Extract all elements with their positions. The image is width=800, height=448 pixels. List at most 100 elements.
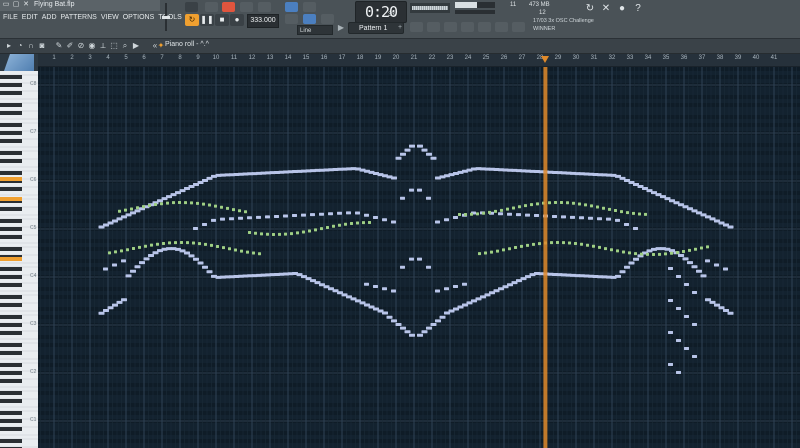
ghost-note[interactable] [458, 212, 461, 216]
black-key[interactable] [0, 419, 22, 423]
note[interactable] [561, 215, 566, 219]
note[interactable] [606, 217, 611, 221]
note[interactable] [409, 188, 414, 192]
ghost-note[interactable] [554, 201, 557, 205]
ghost-note[interactable] [228, 247, 231, 251]
ghost-note[interactable] [248, 230, 251, 234]
menu-file[interactable]: FILE [3, 12, 18, 23]
snap-icon[interactable]: ∩ [26, 41, 36, 51]
blend-notes-icon[interactable] [303, 14, 316, 24]
note[interactable] [229, 217, 234, 221]
note[interactable] [615, 218, 620, 222]
maximize-icon[interactable]: ▢ [12, 1, 20, 9]
note[interactable] [417, 333, 423, 337]
note[interactable] [684, 315, 689, 318]
ghost-note[interactable] [108, 251, 111, 255]
note[interactable] [292, 214, 297, 218]
note[interactable] [211, 218, 216, 222]
black-key[interactable] [0, 303, 22, 307]
note[interactable] [386, 315, 393, 319]
black-key[interactable] [0, 235, 22, 239]
playhead-marker[interactable] [541, 56, 550, 63]
ghost-note[interactable] [166, 201, 169, 205]
mixer-icon[interactable] [461, 22, 474, 32]
note[interactable] [395, 323, 402, 326]
black-key[interactable] [0, 123, 22, 127]
ghost-note[interactable] [536, 202, 539, 206]
ghost-note[interactable] [586, 243, 589, 247]
rec-mode-icon[interactable] [222, 2, 235, 12]
ghost-note[interactable] [232, 208, 235, 212]
ghost-note[interactable] [514, 246, 517, 250]
stamp-icon[interactable]: ◙ [37, 41, 47, 51]
ghost-note[interactable] [356, 221, 359, 225]
note[interactable] [121, 298, 127, 302]
ghost-note[interactable] [688, 248, 691, 252]
ghost-note[interactable] [464, 212, 467, 216]
black-key[interactable] [0, 363, 22, 367]
note[interactable] [498, 212, 503, 216]
note[interactable] [668, 267, 673, 270]
plugin-picker-icon[interactable] [495, 22, 508, 32]
ghost-note[interactable] [640, 252, 643, 256]
note[interactable] [507, 212, 512, 216]
ghost-note[interactable] [320, 227, 323, 231]
note[interactable] [718, 306, 725, 310]
ghost-note[interactable] [572, 201, 575, 205]
ghost-note[interactable] [532, 242, 535, 246]
song-mode-icon[interactable] [185, 2, 198, 12]
note[interactable] [202, 265, 208, 269]
black-key[interactable] [0, 91, 22, 95]
note[interactable] [417, 144, 423, 148]
note[interactable] [676, 275, 681, 278]
ghost-note[interactable] [162, 241, 165, 245]
record-button[interactable]: ● [230, 14, 244, 26]
pencil-icon[interactable]: ✎ [54, 41, 64, 51]
note[interactable] [727, 311, 734, 315]
note[interactable] [619, 270, 626, 274]
ghost-note[interactable] [590, 204, 593, 208]
black-key[interactable] [0, 219, 22, 223]
ghost-note[interactable] [220, 205, 223, 209]
note[interactable] [152, 251, 159, 255]
ghost-note[interactable] [518, 205, 521, 209]
note[interactable] [692, 355, 697, 358]
ghost-note[interactable] [202, 202, 205, 206]
note[interactable] [426, 152, 432, 156]
ghost-note[interactable] [240, 249, 243, 253]
black-key[interactable] [0, 171, 22, 175]
ghost-note[interactable] [252, 251, 255, 255]
piano-keys[interactable] [0, 71, 38, 448]
note[interactable] [426, 326, 432, 330]
note[interactable] [421, 330, 428, 334]
note[interactable] [426, 265, 431, 269]
note[interactable] [624, 265, 630, 269]
black-key[interactable] [0, 315, 22, 319]
note[interactable] [382, 218, 387, 222]
note[interactable] [400, 326, 406, 330]
ghost-note[interactable] [496, 249, 499, 253]
black-key[interactable] [0, 247, 22, 251]
ghost-note[interactable] [596, 205, 599, 209]
step-edit-icon[interactable] [303, 2, 316, 12]
note[interactable] [624, 222, 629, 226]
black-key[interactable] [0, 75, 22, 79]
note[interactable] [404, 148, 411, 152]
note[interactable] [202, 222, 207, 226]
ghost-note[interactable] [138, 245, 141, 249]
note[interactable] [116, 300, 123, 304]
ghost-note[interactable] [628, 251, 631, 255]
black-key[interactable] [0, 391, 22, 395]
black-key[interactable] [0, 411, 22, 415]
ghost-note[interactable] [574, 242, 577, 246]
note[interactable] [337, 211, 342, 215]
playhead-line[interactable] [543, 67, 548, 448]
highlighted-key[interactable] [0, 177, 22, 181]
note[interactable] [188, 254, 195, 258]
note[interactable] [274, 214, 279, 218]
ghost-note[interactable] [204, 242, 207, 246]
ghost-note[interactable] [132, 247, 135, 251]
black-key[interactable] [0, 283, 22, 287]
ghost-note[interactable] [168, 241, 171, 245]
ghost-note[interactable] [632, 211, 635, 215]
